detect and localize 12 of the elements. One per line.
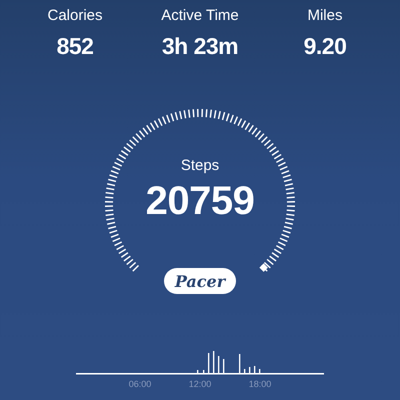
pacer-button[interactable]: Pacer (164, 268, 236, 294)
steps-count: 20759 (146, 178, 254, 224)
stat-value: 3h 23m (162, 32, 238, 60)
stat-value: 9.20 (304, 32, 346, 60)
time-label: 18:00 (248, 378, 272, 391)
time-label: 12:00 (188, 378, 212, 391)
time-label: 06:00 (128, 378, 152, 391)
steps-label: Steps (180, 156, 220, 176)
stat-label: Miles (307, 7, 342, 25)
stat-label: Calories (47, 7, 103, 25)
stat-label: Active Time (161, 7, 239, 25)
stat-value: 852 (56, 32, 94, 60)
